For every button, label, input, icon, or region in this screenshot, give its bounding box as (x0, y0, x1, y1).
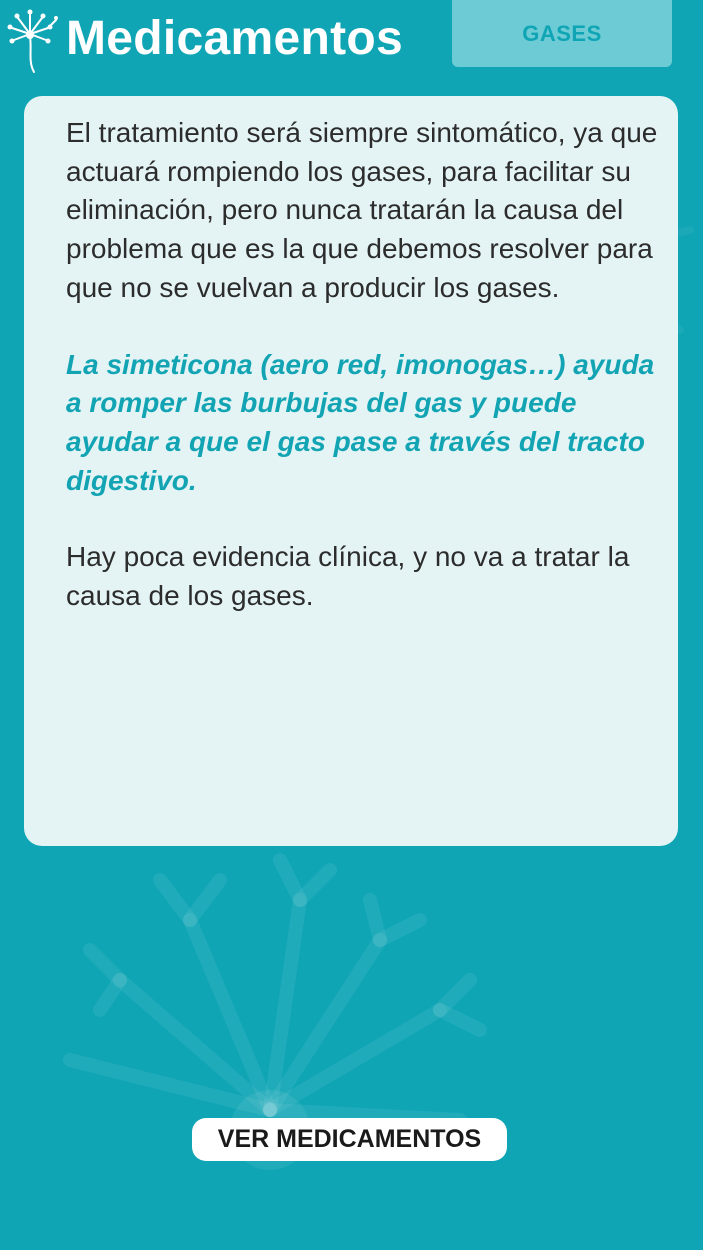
app-header: Medicamentos GASES (0, 0, 703, 80)
app-title: Medicamentos (66, 12, 404, 65)
dandelion-logo-icon (7, 9, 58, 73)
content-card: El tratamiento será siempre sintomático,… (24, 96, 678, 846)
body-paragraph: Hay poca evidencia clínica, y no va a tr… (66, 541, 630, 612)
tab-gases[interactable]: GASES (452, 0, 672, 67)
body-paragraph: El tratamiento será siempre sintomático,… (66, 117, 658, 303)
highlight-paragraph: La simeticona (aero red, imonogas…) ayud… (66, 348, 655, 496)
ver-medicamentos-button[interactable]: VER MEDICAMENTOS (192, 1118, 507, 1161)
